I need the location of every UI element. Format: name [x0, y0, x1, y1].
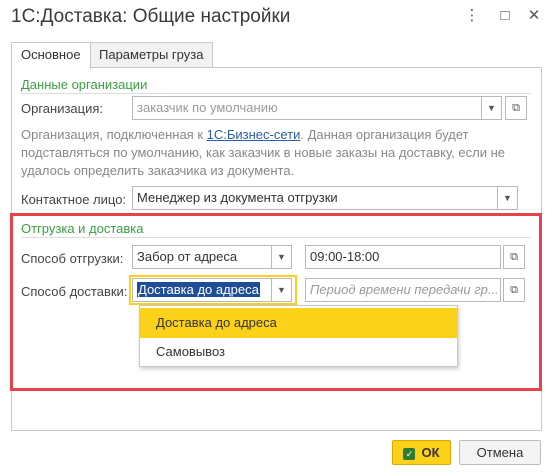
maximize-icon[interactable]: □ [495, 6, 515, 26]
contact-input[interactable]: Менеджер из документа отгрузки [132, 186, 498, 210]
business-network-link[interactable]: 1С:Бизнес-сети [207, 127, 301, 142]
window-title: 1С:Доставка: Общие настройки [11, 6, 291, 27]
delivery-method-dropdown-list: Доставка до адреса Самовывоз [139, 305, 458, 367]
tab-cargo-params[interactable]: Параметры груза [89, 42, 214, 68]
org-label: Организация: [21, 101, 104, 116]
org-section-divider [21, 93, 531, 94]
ok-button[interactable]: ✓ ОК [392, 440, 451, 465]
chevron-down-icon: ▼ [503, 193, 512, 203]
check-icon: ✓ [403, 447, 416, 460]
org-description-start: Организация, подключенная к [21, 127, 207, 142]
more-icon[interactable]: ⋮ [462, 6, 482, 26]
close-icon[interactable]: ✕ [524, 6, 544, 26]
open-icon: ⧉ [512, 102, 520, 114]
dropdown-option-pickup[interactable]: Самовывоз [140, 337, 457, 367]
dropdown-option-delivery-to-address[interactable]: Доставка до адреса [140, 308, 457, 338]
chevron-down-icon: ▼ [487, 103, 496, 113]
org-description: Организация, подключенная к 1С:Бизнес-се… [21, 126, 526, 180]
tab-main[interactable]: Основное [11, 42, 91, 69]
contact-label: Контактное лицо: [21, 192, 127, 207]
contact-dropdown-button[interactable]: ▼ [498, 186, 518, 210]
org-input[interactable]: заказчик по умолчанию [132, 96, 482, 120]
org-dropdown-button[interactable]: ▼ [482, 96, 502, 120]
org-section-heading: Данные организации [21, 77, 148, 92]
org-open-button[interactable]: ⧉ [505, 96, 527, 120]
cancel-button[interactable]: Отмена [459, 440, 541, 465]
ok-label: ОК [421, 445, 440, 460]
